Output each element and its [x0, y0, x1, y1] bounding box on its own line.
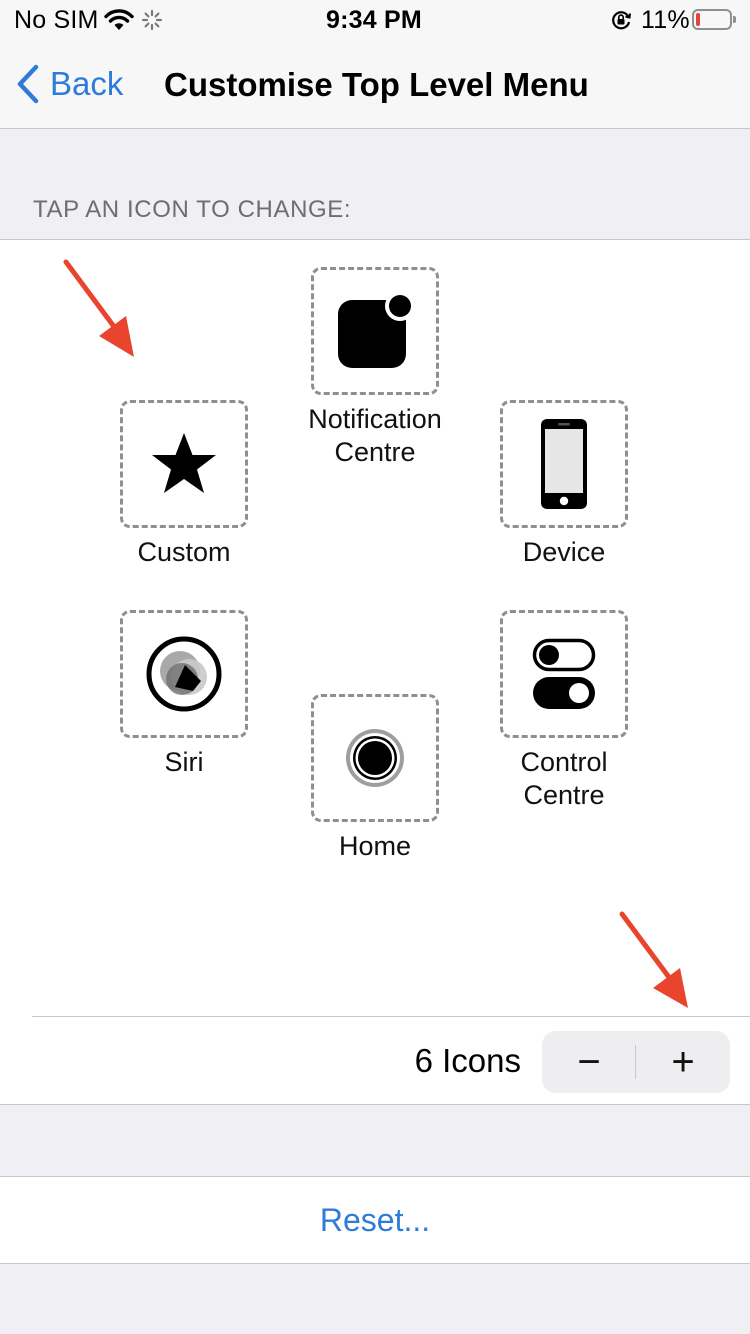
label-device: Device — [522, 537, 606, 567]
notification-centre-icon — [338, 291, 415, 368]
battery-icon — [692, 9, 732, 30]
slot-custom[interactable] — [120, 400, 248, 528]
label-home: Home — [338, 831, 412, 861]
back-label: Back — [50, 65, 124, 102]
battery-percent: 11% — [641, 6, 690, 34]
slot-control-centre[interactable] — [500, 610, 628, 738]
section-header: TAP AN ICON TO CHANGE: — [33, 196, 352, 223]
annotation-arrow-custom — [63, 259, 134, 357]
activity-spinner-icon — [141, 9, 163, 31]
label-siri: Siri — [164, 747, 204, 777]
annotation-arrow-increment — [619, 911, 688, 1008]
increment-button[interactable]: + — [636, 1031, 730, 1093]
decrement-button[interactable]: − — [542, 1031, 636, 1093]
reset-button[interactable]: Reset... — [0, 1176, 750, 1264]
slot-device[interactable] — [500, 400, 628, 528]
slot-notification-centre[interactable] — [311, 267, 439, 395]
siri-icon — [146, 636, 222, 712]
carrier-label: No SIM — [14, 6, 99, 34]
iphone-icon — [541, 419, 587, 509]
wifi-icon — [104, 9, 134, 30]
page-title: Customise Top Level Menu — [164, 66, 589, 103]
status-bar: No SIM 9:34 PM 11% — [0, 0, 750, 40]
label-notification-centre: Notification Centre — [308, 404, 442, 467]
slot-siri[interactable] — [120, 610, 248, 738]
label-control-centre: Control Centre — [520, 747, 608, 810]
slot-home[interactable] — [311, 694, 439, 822]
icon-count-label: 6 Icons — [414, 1042, 521, 1079]
reset-label: Reset... — [319, 1202, 431, 1238]
chevron-left-icon — [17, 64, 39, 104]
label-custom: Custom — [137, 537, 231, 567]
status-time: 9:34 PM — [326, 6, 422, 34]
star-icon — [152, 433, 216, 493]
orientation-lock-icon — [612, 11, 631, 30]
home-button-icon — [346, 729, 404, 787]
navigation-bar: Back Customise Top Level Menu — [0, 40, 750, 129]
battery-tip — [733, 16, 736, 23]
toggles-icon — [532, 638, 596, 709]
back-button[interactable]: Back — [16, 64, 123, 104]
icon-count-stepper: − + — [542, 1031, 730, 1093]
row-divider — [32, 1016, 750, 1017]
